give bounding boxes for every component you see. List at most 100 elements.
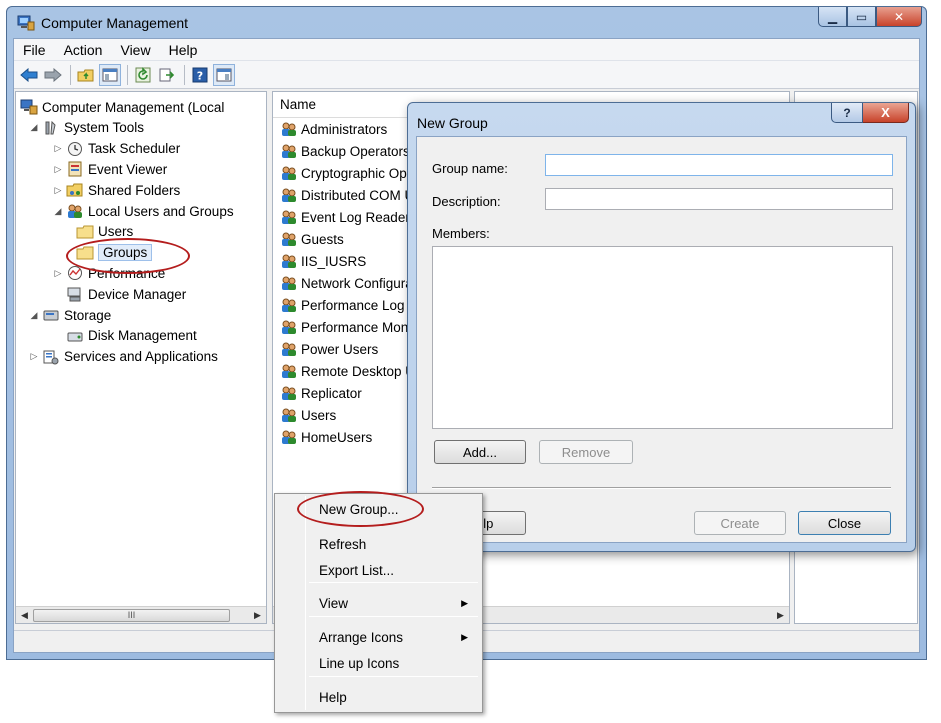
forward-button[interactable] <box>42 64 64 86</box>
menu-help[interactable]: Help <box>160 42 207 58</box>
description-input[interactable] <box>545 188 893 210</box>
title-bar[interactable]: Computer Management <box>13 7 920 38</box>
collapsed-arrow-icon[interactable]: ▷ <box>52 143 64 154</box>
folder-icon <box>76 246 94 260</box>
group-icon <box>282 408 296 422</box>
close-dialog-button[interactable]: Close <box>798 511 891 535</box>
disk-icon <box>67 332 83 342</box>
new-group-dialog: New Group ? X Group name: Description: M… <box>407 102 916 552</box>
event-viewer-icon <box>68 161 82 177</box>
description-label: Description: <box>432 194 501 209</box>
tree-item-label: Task Scheduler <box>88 141 181 157</box>
export-list-button[interactable] <box>156 64 178 86</box>
tree-item-label: Disk Management <box>88 328 197 344</box>
tree-item[interactable]: ◢ Storage <box>28 305 112 325</box>
dialog-title-buttons: ? X <box>831 103 909 123</box>
add-member-button[interactable]: Add... <box>434 440 526 464</box>
close-button[interactable]: ✕ <box>876 7 922 27</box>
group-name-input[interactable] <box>545 154 893 176</box>
submenu-arrow-icon: ▶ <box>461 597 468 608</box>
menu-file[interactable]: File <box>14 42 55 58</box>
members-label: Members: <box>432 226 490 241</box>
context-menu-item-label: Arrange Icons <box>319 629 404 645</box>
device-manager-icon <box>67 287 81 302</box>
collapsed-arrow-icon[interactable]: ▷ <box>52 164 64 175</box>
expanded-arrow-icon[interactable]: ◢ <box>28 122 40 133</box>
expanded-arrow-icon[interactable]: ◢ <box>52 206 64 217</box>
dialog-close-button[interactable]: X <box>863 103 909 123</box>
tree-item[interactable]: ▷ Task Scheduler <box>52 139 181 159</box>
tree-item[interactable]: ▷ Shared Folders <box>52 180 181 200</box>
collapsed-arrow-icon[interactable]: ▷ <box>52 185 64 196</box>
members-list[interactable] <box>432 246 893 429</box>
tree-item[interactable]: Users <box>76 222 133 242</box>
scroll-right-icon[interactable]: ▶ <box>249 610 266 621</box>
svg-text:?: ? <box>197 69 203 82</box>
group-icon <box>282 210 296 224</box>
show-hide-tree-button[interactable] <box>99 63 121 86</box>
back-button[interactable] <box>18 64 40 86</box>
group-icon <box>282 320 296 334</box>
folder-icon <box>76 225 94 239</box>
collapsed-arrow-icon[interactable]: ▷ <box>52 268 64 279</box>
tree-item[interactable]: ▷ Services and Applications <box>28 347 218 367</box>
scrollbar-grip: III <box>127 610 136 620</box>
menu-view[interactable]: View <box>111 42 159 58</box>
toolbar-separator <box>184 64 185 85</box>
scroll-left-icon[interactable]: ◀ <box>16 610 33 621</box>
list-item-label: Replicator <box>301 385 362 401</box>
toolbar: ? <box>14 61 919 89</box>
list-item-label: Backup Operators <box>301 143 410 159</box>
group-icon <box>282 276 296 290</box>
context-menu-item[interactable]: New Group... <box>277 498 480 520</box>
dialog-help-button[interactable]: ? <box>831 103 863 123</box>
tree-item[interactable]: ▷ Event Viewer <box>52 159 167 179</box>
users-icon <box>68 204 82 218</box>
group-icon <box>282 188 296 202</box>
tree-item[interactable]: Groups <box>76 243 153 263</box>
performance-icon <box>68 266 82 281</box>
tree-item[interactable]: Computer Management (Local <box>20 97 224 117</box>
tree-item[interactable]: ◢ Local Users and Groups <box>52 201 234 221</box>
context-menu-item[interactable]: Arrange Icons ▶ <box>277 626 480 648</box>
window-title: Computer Management <box>41 14 189 31</box>
tree-item[interactable]: Disk Management <box>52 326 197 346</box>
tree-item[interactable]: Device Manager <box>52 284 186 304</box>
context-menu-item[interactable]: View ▶ <box>277 592 480 614</box>
list-item-label: Guests <box>301 231 344 247</box>
context-menu-item[interactable]: Refresh <box>277 533 480 555</box>
action-pane-icon <box>216 68 232 81</box>
storage-icon <box>43 310 59 321</box>
context-menu-item[interactable]: Export List... <box>277 559 480 581</box>
minimize-button[interactable]: ▁ <box>818 7 847 27</box>
remove-member-button[interactable]: Remove <box>539 440 633 464</box>
refresh-button[interactable] <box>132 64 154 86</box>
group-name-label: Group name: <box>432 161 508 176</box>
tree-item[interactable]: ◢ System Tools <box>28 118 145 138</box>
tree-item[interactable]: ▷ Performance <box>52 263 166 283</box>
minimize-icon: ▁ <box>827 9 838 24</box>
maximize-button[interactable]: ▭ <box>847 7 876 27</box>
forward-arrow-icon <box>44 67 62 82</box>
tree-item-label: Performance <box>88 265 166 281</box>
context-menu-item[interactable]: Help <box>277 686 480 708</box>
tree-item-label: Device Manager <box>88 286 187 302</box>
scroll-right-icon[interactable]: ▶ <box>772 610 789 621</box>
computer-management-icon <box>20 99 38 115</box>
collapsed-arrow-icon[interactable]: ▷ <box>28 351 40 362</box>
group-icon <box>282 298 296 312</box>
tree-horizontal-scrollbar[interactable]: ◀ III ▶ <box>16 606 266 623</box>
window-controls: ▁ ▭ ✕ <box>818 7 922 27</box>
context-menu-item-label: New Group... <box>319 501 399 517</box>
help-toolbar-button[interactable]: ? <box>189 64 211 86</box>
expanded-arrow-icon[interactable]: ◢ <box>28 310 40 321</box>
menu-action[interactable]: Action <box>55 42 112 58</box>
tree-item-label: Event Viewer <box>88 161 168 177</box>
scrollbar-thumb[interactable]: III <box>33 608 230 622</box>
context-menu-item-label: Help <box>319 689 347 705</box>
show-hide-action-pane-button[interactable] <box>213 63 235 86</box>
toolbar-separator <box>127 64 128 85</box>
create-button[interactable]: Create <box>694 511 786 535</box>
context-menu-item[interactable]: Line up Icons <box>277 652 480 674</box>
up-folder-button[interactable] <box>75 64 97 86</box>
